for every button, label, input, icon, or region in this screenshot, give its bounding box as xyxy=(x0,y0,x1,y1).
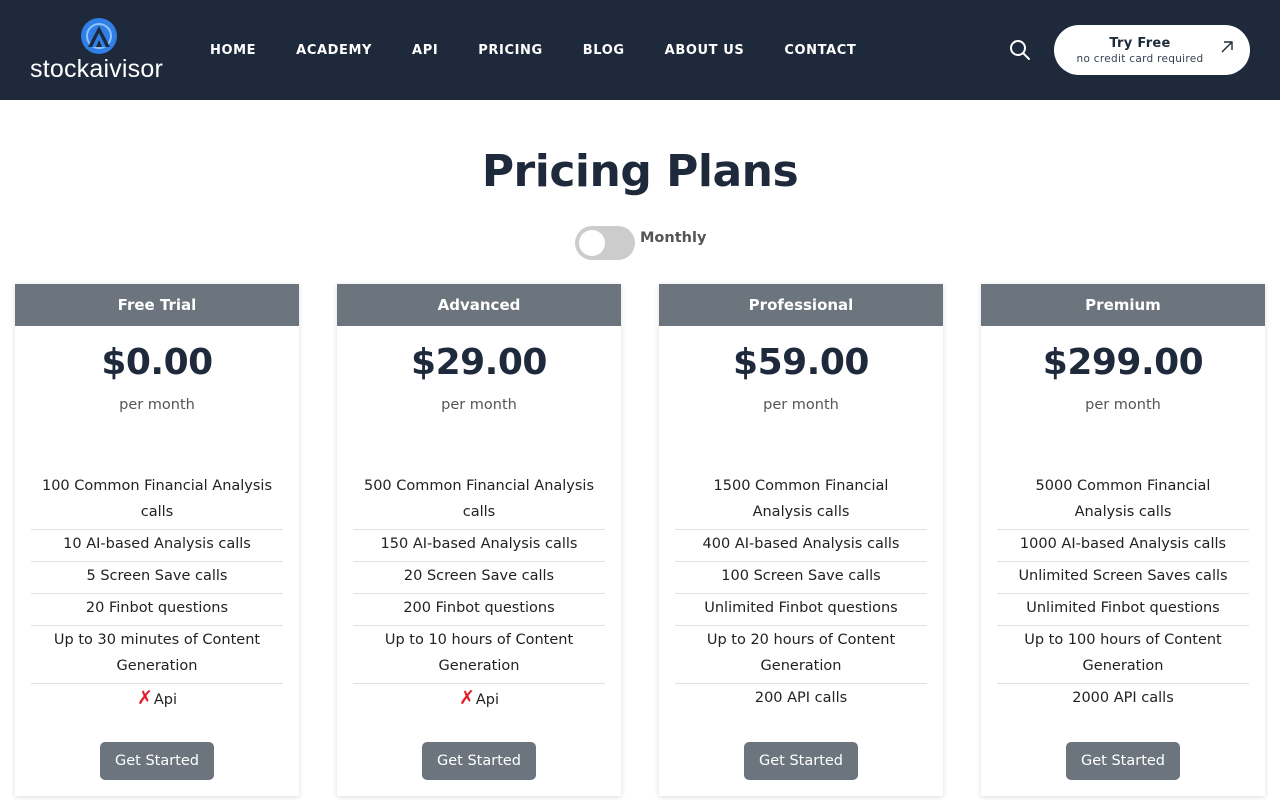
plan-period: per month xyxy=(763,397,839,413)
feature-item-api: ✗Api xyxy=(353,684,605,717)
feature-list: 100 Common Financial Analysis calls 10 A… xyxy=(31,472,283,717)
plan-card-free-trial: Free Trial $0.00 per month 100 Common Fi… xyxy=(15,284,299,796)
plan-card-professional: Professional $59.00 per month 1500 Commo… xyxy=(659,284,943,796)
feature-item: 500 Common Financial Analysis calls xyxy=(353,472,605,530)
feature-item: 1500 Common Financial Analysis calls xyxy=(675,472,927,530)
feature-list: 500 Common Financial Analysis calls 150 … xyxy=(353,472,605,717)
feature-item-api: ✗Api xyxy=(31,684,283,717)
billing-toggle[interactable] xyxy=(575,226,635,260)
arrow-up-right-icon xyxy=(1221,41,1233,53)
cross-icon: ✗ xyxy=(458,687,475,709)
feature-item: 200 Finbot questions xyxy=(353,594,605,626)
nav-api[interactable]: API xyxy=(412,43,438,58)
try-free-title: Try Free xyxy=(1109,36,1171,51)
main-nav: HOME ACADEMY API PRICING BLOG ABOUT US C… xyxy=(210,0,896,100)
feature-api-label: Api xyxy=(153,692,178,708)
feature-list: 5000 Common Financial Analysis calls 100… xyxy=(997,472,1249,715)
nav-pricing[interactable]: PRICING xyxy=(478,43,543,58)
feature-item-api: 200 API calls xyxy=(754,690,848,706)
plan-card-premium: Premium $299.00 per month 5000 Common Fi… xyxy=(981,284,1265,796)
nav-contact[interactable]: CONTACT xyxy=(784,43,856,58)
get-started-button[interactable]: Get Started xyxy=(100,742,214,780)
plan-name: Professional xyxy=(659,284,943,326)
feature-item: Unlimited Finbot questions xyxy=(675,594,927,626)
plan-price: $0.00 xyxy=(101,342,213,383)
try-free-subtitle: no credit card required xyxy=(1076,53,1204,65)
page-title: Pricing Plans xyxy=(481,146,799,197)
brand-logo[interactable]: stockaivisor xyxy=(30,17,172,83)
nav-blog[interactable]: BLOG xyxy=(583,43,625,58)
plan-card-advanced: Advanced $29.00 per month 500 Common Fin… xyxy=(337,284,621,796)
feature-item: Up to 10 hours of Content Generation xyxy=(353,626,605,684)
feature-item: 5000 Common Financial Analysis calls xyxy=(997,472,1249,530)
toggle-knob xyxy=(579,230,605,256)
plan-name: Free Trial xyxy=(15,284,299,326)
feature-item: Up to 30 minutes of Content Generation xyxy=(31,626,283,684)
feature-item-api: 2000 API calls xyxy=(1072,690,1174,706)
nav-home[interactable]: HOME xyxy=(210,43,256,58)
plan-period: per month xyxy=(441,397,517,413)
feature-item: Up to 100 hours of Content Generation xyxy=(997,626,1249,684)
feature-item: 1000 AI-based Analysis calls xyxy=(997,530,1249,562)
feature-item: 10 AI-based Analysis calls xyxy=(31,530,283,562)
get-started-button[interactable]: Get Started xyxy=(1066,742,1180,780)
search-icon[interactable] xyxy=(1008,38,1032,62)
plan-price: $59.00 xyxy=(733,342,869,383)
plan-period: per month xyxy=(1085,397,1161,413)
billing-toggle-label: Monthly xyxy=(640,230,707,246)
brand-mark-icon xyxy=(81,18,117,54)
nav-about-us[interactable]: ABOUT US xyxy=(665,43,745,58)
feature-item: Up to 20 hours of Content Generation xyxy=(675,626,927,684)
try-free-button[interactable]: Try Free no credit card required xyxy=(1054,25,1250,75)
plan-price: $29.00 xyxy=(411,342,547,383)
nav-academy[interactable]: ACADEMY xyxy=(296,43,372,58)
feature-item: Unlimited Screen Saves calls xyxy=(997,562,1249,594)
feature-item: 20 Screen Save calls xyxy=(353,562,605,594)
feature-api-label: Api xyxy=(475,692,500,708)
feature-item: 100 Common Financial Analysis calls xyxy=(31,472,283,530)
cross-icon: ✗ xyxy=(136,687,153,709)
get-started-button[interactable]: Get Started xyxy=(422,742,536,780)
plan-price: $299.00 xyxy=(1042,342,1204,383)
plan-period: per month xyxy=(119,397,195,413)
feature-item: 20 Finbot questions xyxy=(31,594,283,626)
feature-item: Unlimited Finbot questions xyxy=(997,594,1249,626)
get-started-button[interactable]: Get Started xyxy=(744,742,858,780)
site-header: stockaivisor HOME ACADEMY API PRICING BL… xyxy=(0,0,1280,100)
feature-item: 400 AI-based Analysis calls xyxy=(675,530,927,562)
feature-item: 5 Screen Save calls xyxy=(31,562,283,594)
feature-item: 100 Screen Save calls xyxy=(675,562,927,594)
feature-list: 1500 Common Financial Analysis calls 400… xyxy=(675,472,927,715)
plan-name: Premium xyxy=(981,284,1265,326)
plan-name: Advanced xyxy=(337,284,621,326)
feature-item: 150 AI-based Analysis calls xyxy=(353,530,605,562)
brand-name: stockaivisor xyxy=(30,55,163,83)
